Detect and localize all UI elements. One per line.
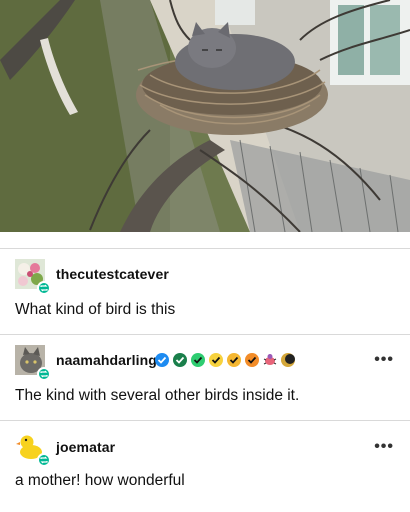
post-text: The kind with several other birds inside… <box>15 387 300 404</box>
reblog-entry: thecutestcatever What kind of bird is th… <box>0 248 410 334</box>
reblog-icon <box>37 281 51 295</box>
more-options-button[interactable]: ••• <box>374 438 394 456</box>
verified-badge-icon <box>155 353 169 367</box>
reblog-icon <box>37 367 51 381</box>
reblog-entry: naamahdarling ••• The kind with several … <box>0 334 410 420</box>
verified-badge-icon <box>191 353 205 367</box>
cat-in-nest-photo <box>0 0 410 232</box>
verified-badge-icon <box>245 353 259 367</box>
avatar[interactable] <box>15 259 51 295</box>
username[interactable]: naamahdarling <box>56 352 157 368</box>
verified-badge-icon <box>227 353 241 367</box>
bug-badge-icon <box>263 354 277 365</box>
username[interactable]: thecutestcatever <box>56 266 169 282</box>
verified-badge-icon <box>209 353 223 367</box>
reblog-entry: joematar ••• a mother! how wonderful <box>0 420 410 512</box>
post-text: What kind of bird is this <box>15 301 176 318</box>
verified-badge-icon <box>173 353 187 367</box>
moon-badge-icon <box>281 353 295 367</box>
avatar[interactable] <box>15 345 51 381</box>
username[interactable]: joematar <box>56 439 115 455</box>
avatar[interactable] <box>15 431 51 467</box>
more-options-button[interactable]: ••• <box>374 351 394 369</box>
reblog-icon <box>37 453 51 467</box>
post-text: a mother! how wonderful <box>15 472 185 489</box>
verified-badges <box>154 352 296 368</box>
